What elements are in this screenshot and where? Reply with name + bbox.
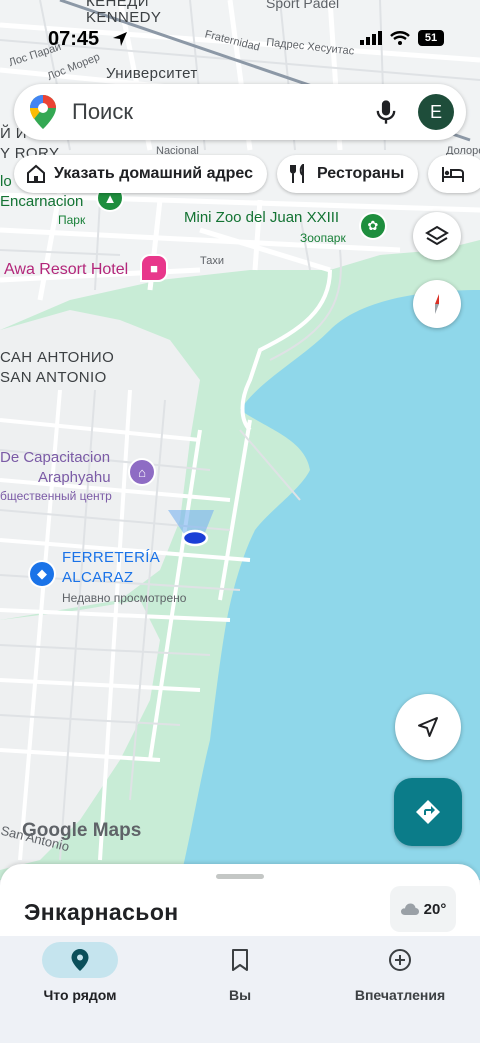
add-circle-icon (389, 949, 411, 971)
compass-icon (435, 294, 439, 314)
location-arrow-icon (113, 32, 127, 46)
zoo-pin-icon[interactable]: ✿ (361, 214, 385, 238)
set-home-chip[interactable]: Указать домашний адрес (14, 155, 267, 193)
store-pin-icon[interactable]: ◆ (30, 562, 54, 586)
cloud-icon (400, 903, 419, 915)
nav-you-pill (202, 942, 278, 978)
signal-icon (360, 31, 382, 45)
map-label-san-antonio: SAN ANTONIO (0, 369, 107, 386)
nav-contribute-label: Впечатления (354, 987, 446, 1003)
weather-badge[interactable]: 20° (390, 886, 456, 932)
map-label-io: lo (0, 173, 12, 190)
battery-icon: 51 (418, 30, 444, 46)
map-label-sport-padel: Sport Padel (266, 0, 340, 11)
nav-explore[interactable]: Что рядом (0, 942, 160, 1012)
map-label-mini-zoo: Mini Zoo del Juan XXIII (184, 209, 340, 226)
restaurants-label: Рестораны (316, 165, 405, 182)
map-label-san-antonio-cyr: САН АНТОНИО (0, 349, 115, 366)
layers-button[interactable] (413, 212, 461, 260)
hotel-pin-icon[interactable]: ■ (142, 256, 166, 280)
compass-button[interactable] (413, 280, 461, 328)
bottom-navigation: Что рядом Вы Впечатления (0, 936, 480, 1043)
nav-you[interactable]: Вы (160, 942, 320, 1012)
map-label-araphyahu: Araphyahu (38, 469, 111, 486)
nav-contribute[interactable]: Впечатления (320, 942, 480, 1012)
map-label-zoopark: Зоопарк (300, 231, 346, 245)
bookmark-icon (232, 949, 248, 971)
map-label-kennedy: KENNEDY (86, 9, 162, 26)
map-label-ferreteria: FERRETERÍA (62, 549, 161, 566)
sheet-drag-handle[interactable] (216, 874, 264, 879)
map-label-park: Парк (58, 213, 86, 227)
nav-contribute-pill (362, 942, 438, 978)
temperature: 20° (423, 900, 447, 918)
nav-you-label: Вы (228, 987, 252, 1003)
map-label-encarnacion: Encarnacion (0, 193, 84, 210)
map-label-awa-resort: Awa Resort Hotel (4, 261, 129, 278)
layers-icon (425, 225, 449, 246)
map-label-community-center: бщественный центр (0, 489, 112, 503)
category-chips: Указать домашний адрес Рестораны (14, 155, 480, 193)
wifi-icon (390, 31, 410, 45)
search-bar[interactable]: Поиск E (14, 84, 466, 140)
directions-button[interactable] (394, 778, 462, 846)
bed-icon (442, 167, 465, 182)
status-icons: 51 (360, 30, 444, 46)
navigation-arrow-icon (418, 717, 438, 737)
directions-icon (416, 800, 440, 824)
google-maps-watermark: Google Maps (22, 820, 142, 841)
map-label-recently-viewed: Недавно просмотрено (62, 591, 187, 605)
map-label-capacitacion: De Capacitacion (0, 449, 111, 466)
restaurant-icon (289, 164, 304, 183)
account-avatar[interactable]: E (418, 94, 454, 130)
home-icon (27, 164, 45, 183)
location-pin-icon (71, 949, 89, 971)
map-label-kennedy-cyr: КЕНЕДИ (86, 0, 149, 10)
nav-explore-label: Что рядом (43, 987, 117, 1003)
current-place-name: Энкарнасьон (24, 899, 179, 925)
search-input[interactable]: Поиск (72, 99, 372, 125)
map-label-universitet: Университет (106, 65, 198, 82)
restaurants-chip[interactable]: Рестораны (276, 155, 419, 193)
community-center-pin-icon[interactable]: ⌂ (130, 460, 154, 484)
nav-explore-pill (42, 942, 118, 978)
status-bar: 07:45 51 (0, 24, 480, 54)
google-maps-logo-icon (30, 95, 56, 129)
map-label-tahi: Тахи (200, 255, 224, 267)
explore-sheet[interactable]: Энкарнасьон 20° (0, 864, 480, 936)
microphone-icon[interactable] (372, 98, 400, 126)
status-time: 07:45 (48, 28, 100, 50)
hotels-chip[interactable] (428, 155, 480, 193)
set-home-label: Указать домашний адрес (54, 165, 253, 182)
map-label-alcaraz: ALCARAZ (62, 569, 134, 586)
my-location-button[interactable] (395, 694, 461, 760)
